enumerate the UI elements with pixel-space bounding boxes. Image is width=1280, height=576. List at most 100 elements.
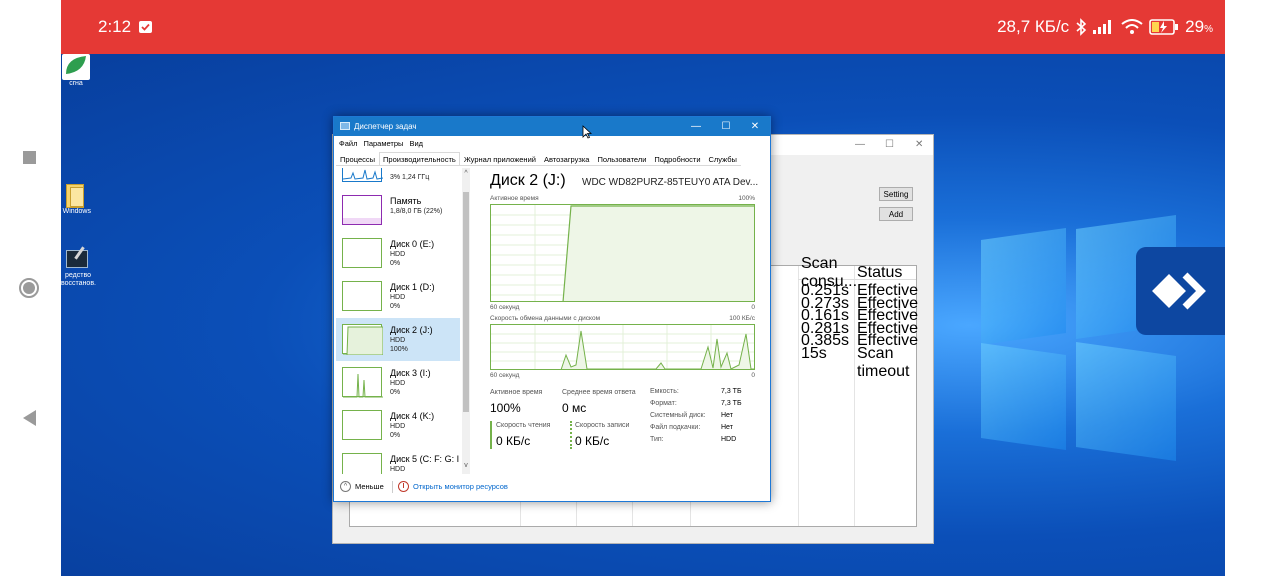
list-item-disk-0[interactable]: Диск 0 (E:) HDD 0% bbox=[336, 232, 460, 275]
list-item-title: Диск 0 (E:) bbox=[390, 239, 435, 249]
table-row[interactable]: 15s Scan timeout bbox=[801, 345, 913, 380]
fewer-details-button[interactable]: ^ Меньше bbox=[340, 481, 384, 492]
add-button[interactable]: Add bbox=[879, 207, 913, 221]
read-speed-label: Скорость чтения bbox=[496, 422, 551, 429]
desktop-icon-label: сrна bbox=[69, 80, 83, 87]
disk-title: Диск 2 (J:) bbox=[490, 172, 566, 189]
prop-label: Тип: bbox=[650, 436, 664, 443]
table-row[interactable]: 0.281s Effective bbox=[801, 320, 918, 337]
scroll-up-icon[interactable]: ^ bbox=[462, 170, 470, 177]
table-row[interactable]: 0.273s Effective bbox=[801, 295, 918, 312]
prop-value: Нет bbox=[721, 412, 733, 419]
scroll-down-icon[interactable]: v bbox=[462, 462, 470, 469]
circle-icon bbox=[19, 278, 39, 298]
list-item-cpu[interactable]: 3% 1,24 ГГц bbox=[336, 168, 460, 189]
disk-model: WDC WD82PURZ-85TEUY0 ATA Dev... bbox=[582, 177, 759, 188]
graph2-min: 0 bbox=[751, 372, 755, 379]
graph2-label: Скорость обмена данными с диском bbox=[490, 315, 601, 322]
list-item-disk-2[interactable]: Диск 2 (J:) HDD 100% bbox=[336, 318, 460, 361]
tab-startup[interactable]: Автозагрузка bbox=[540, 152, 594, 165]
maximize-icon[interactable]: ☐ bbox=[885, 139, 894, 150]
close-icon: ✕ bbox=[750, 121, 760, 132]
task-manager-titlebar[interactable]: Диспетчер задач — ☐ ✕ bbox=[334, 117, 770, 136]
active-time-value: 100% bbox=[490, 401, 521, 415]
square-icon bbox=[22, 150, 36, 164]
write-speed-label: Скорость записи bbox=[575, 422, 630, 429]
list-item-usage: 0% bbox=[390, 389, 401, 396]
table-row[interactable]: 0.251s Effective bbox=[801, 282, 918, 299]
screen: 2:12 28,7 КБ/с 29% сrна Windows редство … bbox=[0, 0, 1280, 576]
graph1-min: 0 bbox=[751, 304, 755, 311]
battery-icon bbox=[1149, 19, 1179, 35]
minimize-button[interactable]: — bbox=[681, 119, 711, 134]
tab-users[interactable]: Пользователи bbox=[593, 152, 650, 165]
menu-file[interactable]: Файл bbox=[339, 139, 357, 148]
scrollbar-thumb[interactable] bbox=[463, 192, 469, 412]
tab-app-history[interactable]: Журнал приложений bbox=[460, 152, 540, 165]
graph2-time: 60 секунд bbox=[490, 372, 520, 379]
minimize-icon[interactable]: — bbox=[855, 139, 865, 150]
triangle-back-icon bbox=[22, 410, 36, 426]
back-button[interactable] bbox=[18, 407, 40, 429]
table-row[interactable]: 0.385s Effective bbox=[801, 332, 918, 349]
right-margin bbox=[1225, 0, 1280, 576]
list-item-title: Диск 1 (D:) bbox=[390, 282, 435, 292]
prop-value: HDD bbox=[721, 436, 737, 443]
list-item-disk-5[interactable]: Диск 5 (C: F: G: I HDD bbox=[336, 447, 460, 474]
graph1-time: 60 секунд bbox=[490, 304, 520, 311]
list-scrollbar[interactable]: ^ v bbox=[462, 168, 470, 474]
tool-icon bbox=[62, 246, 90, 272]
table-row[interactable]: 0.161s Effective bbox=[801, 307, 918, 324]
remote-app-float-button[interactable] bbox=[1136, 247, 1225, 335]
avg-response-value: 0 мс bbox=[562, 401, 587, 415]
close-button[interactable]: ✕ bbox=[740, 119, 770, 134]
tab-processes[interactable]: Процессы bbox=[336, 152, 379, 165]
task-manager-icon bbox=[340, 122, 350, 130]
list-item-title: Диск 3 (I:) bbox=[390, 368, 431, 378]
resource-monitor-icon bbox=[398, 481, 409, 492]
footer-divider bbox=[392, 481, 393, 493]
graph1-label: Активное время bbox=[490, 195, 539, 202]
desktop-icon-windows-folder[interactable]: Windows bbox=[61, 182, 91, 215]
tab-performance[interactable]: Производительность bbox=[379, 152, 460, 165]
prop-label: Системный диск: bbox=[650, 412, 706, 419]
mouse-cursor-icon bbox=[582, 125, 592, 139]
recents-button[interactable] bbox=[18, 146, 40, 168]
task-manager-window: Диспетчер задач — ☐ ✕ Файл Параметры Вид… bbox=[333, 116, 771, 502]
list-item-type: HDD bbox=[390, 466, 406, 473]
signal-icon bbox=[1093, 20, 1112, 34]
home-button[interactable] bbox=[18, 277, 40, 299]
tab-services[interactable]: Службы bbox=[705, 152, 741, 165]
tab-bar: Процессы Производительность Журнал прило… bbox=[336, 152, 741, 166]
column-header[interactable]: Status bbox=[854, 264, 910, 282]
disk-detail-panel: Диск 2 (J:) WDC WD82PURZ-85TEUY0 ATA Dev… bbox=[486, 168, 766, 474]
prop-label: Формат: bbox=[650, 400, 677, 407]
status-right: 28,7 КБ/с 29% bbox=[997, 17, 1213, 37]
resource-list: 3% 1,24 ГГц Память 1,8/8,0 ГБ (22%) Диск… bbox=[336, 168, 470, 474]
setting-button[interactable]: Setting bbox=[879, 187, 913, 201]
list-item-disk-3[interactable]: Диск 3 (I:) HDD 0% bbox=[336, 361, 460, 404]
open-resource-monitor-link[interactable]: Открыть монитор ресурсов bbox=[398, 481, 508, 492]
window-title: Диспетчер задач bbox=[354, 122, 417, 131]
close-icon[interactable]: ✕ bbox=[915, 139, 923, 150]
maximize-button[interactable]: ☐ bbox=[711, 119, 741, 134]
status-bar: 2:12 28,7 КБ/с 29% bbox=[61, 0, 1225, 54]
desktop-icon-label: редство восстанов. bbox=[61, 272, 96, 287]
graph2-max: 100 КБ/с bbox=[729, 315, 755, 322]
menu-bar: Файл Параметры Вид bbox=[334, 136, 770, 151]
time-text: 2:12 bbox=[98, 17, 132, 36]
menu-options[interactable]: Параметры bbox=[363, 139, 403, 148]
menu-view[interactable]: Вид bbox=[409, 139, 423, 148]
disk-thumbnail bbox=[342, 410, 382, 440]
list-item-type: HDD bbox=[390, 380, 406, 387]
write-indicator bbox=[570, 421, 572, 449]
list-item-disk-4[interactable]: Диск 4 (K:) HDD 0% bbox=[336, 404, 460, 447]
tab-details[interactable]: Подробности bbox=[650, 152, 704, 165]
list-item-usage: 0% bbox=[390, 303, 401, 310]
desktop-icon-tool[interactable]: редство восстанов. bbox=[61, 246, 96, 288]
desktop-icon-app[interactable]: сrна bbox=[61, 54, 91, 87]
list-item-disk-1[interactable]: Диск 1 (D:) HDD 0% bbox=[336, 275, 460, 318]
desktop-icon-label: Windows bbox=[62, 208, 91, 215]
prop-label: Емкость: bbox=[650, 388, 679, 395]
list-item-memory[interactable]: Память 1,8/8,0 ГБ (22%) bbox=[336, 189, 460, 232]
